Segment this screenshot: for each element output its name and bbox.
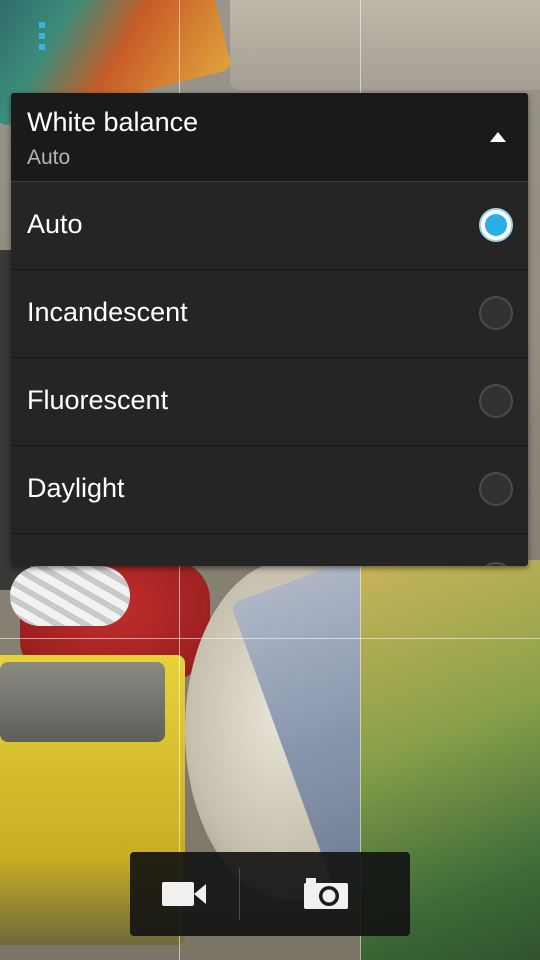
camera-icon	[304, 878, 348, 909]
radio-selected-icon[interactable]	[479, 208, 513, 242]
panel-title: White balance	[27, 107, 199, 137]
option-label: Fluorescent	[27, 385, 169, 415]
option-partially-visible[interactable]	[11, 534, 528, 566]
panel-current-value: Auto	[27, 146, 71, 169]
white-balance-header[interactable]: White balance Auto	[11, 93, 528, 182]
video-camera-icon	[162, 882, 206, 906]
capture-divider	[239, 868, 240, 920]
radio-unselected-icon[interactable]	[479, 384, 513, 418]
viewfinder-object-ceiling	[230, 0, 540, 90]
option-auto[interactable]: Auto	[11, 182, 528, 270]
triangle-up-icon	[490, 132, 506, 142]
take-photo-button[interactable]	[302, 872, 352, 916]
option-incandescent[interactable]: Incandescent	[11, 270, 528, 358]
white-balance-panel: White balance Auto Auto Incandescent Flu…	[11, 93, 528, 566]
option-fluorescent[interactable]: Fluorescent	[11, 358, 528, 446]
radio-unselected-icon[interactable]	[479, 562, 513, 566]
option-daylight[interactable]: Daylight	[11, 446, 528, 534]
radio-unselected-icon[interactable]	[479, 296, 513, 330]
option-label: Incandescent	[27, 297, 188, 327]
viewfinder-object-robot-eyes	[0, 662, 165, 742]
radio-unselected-icon[interactable]	[479, 472, 513, 506]
option-label: Daylight	[27, 473, 125, 503]
capture-bar	[130, 852, 410, 936]
grid-line-horizontal-bottom	[0, 638, 540, 639]
option-label: Auto	[27, 209, 83, 239]
menu-dots-icon[interactable]	[39, 22, 47, 50]
viewfinder-object-laces	[10, 566, 130, 626]
record-video-button[interactable]	[160, 872, 210, 916]
collapse-button[interactable]	[478, 119, 518, 155]
